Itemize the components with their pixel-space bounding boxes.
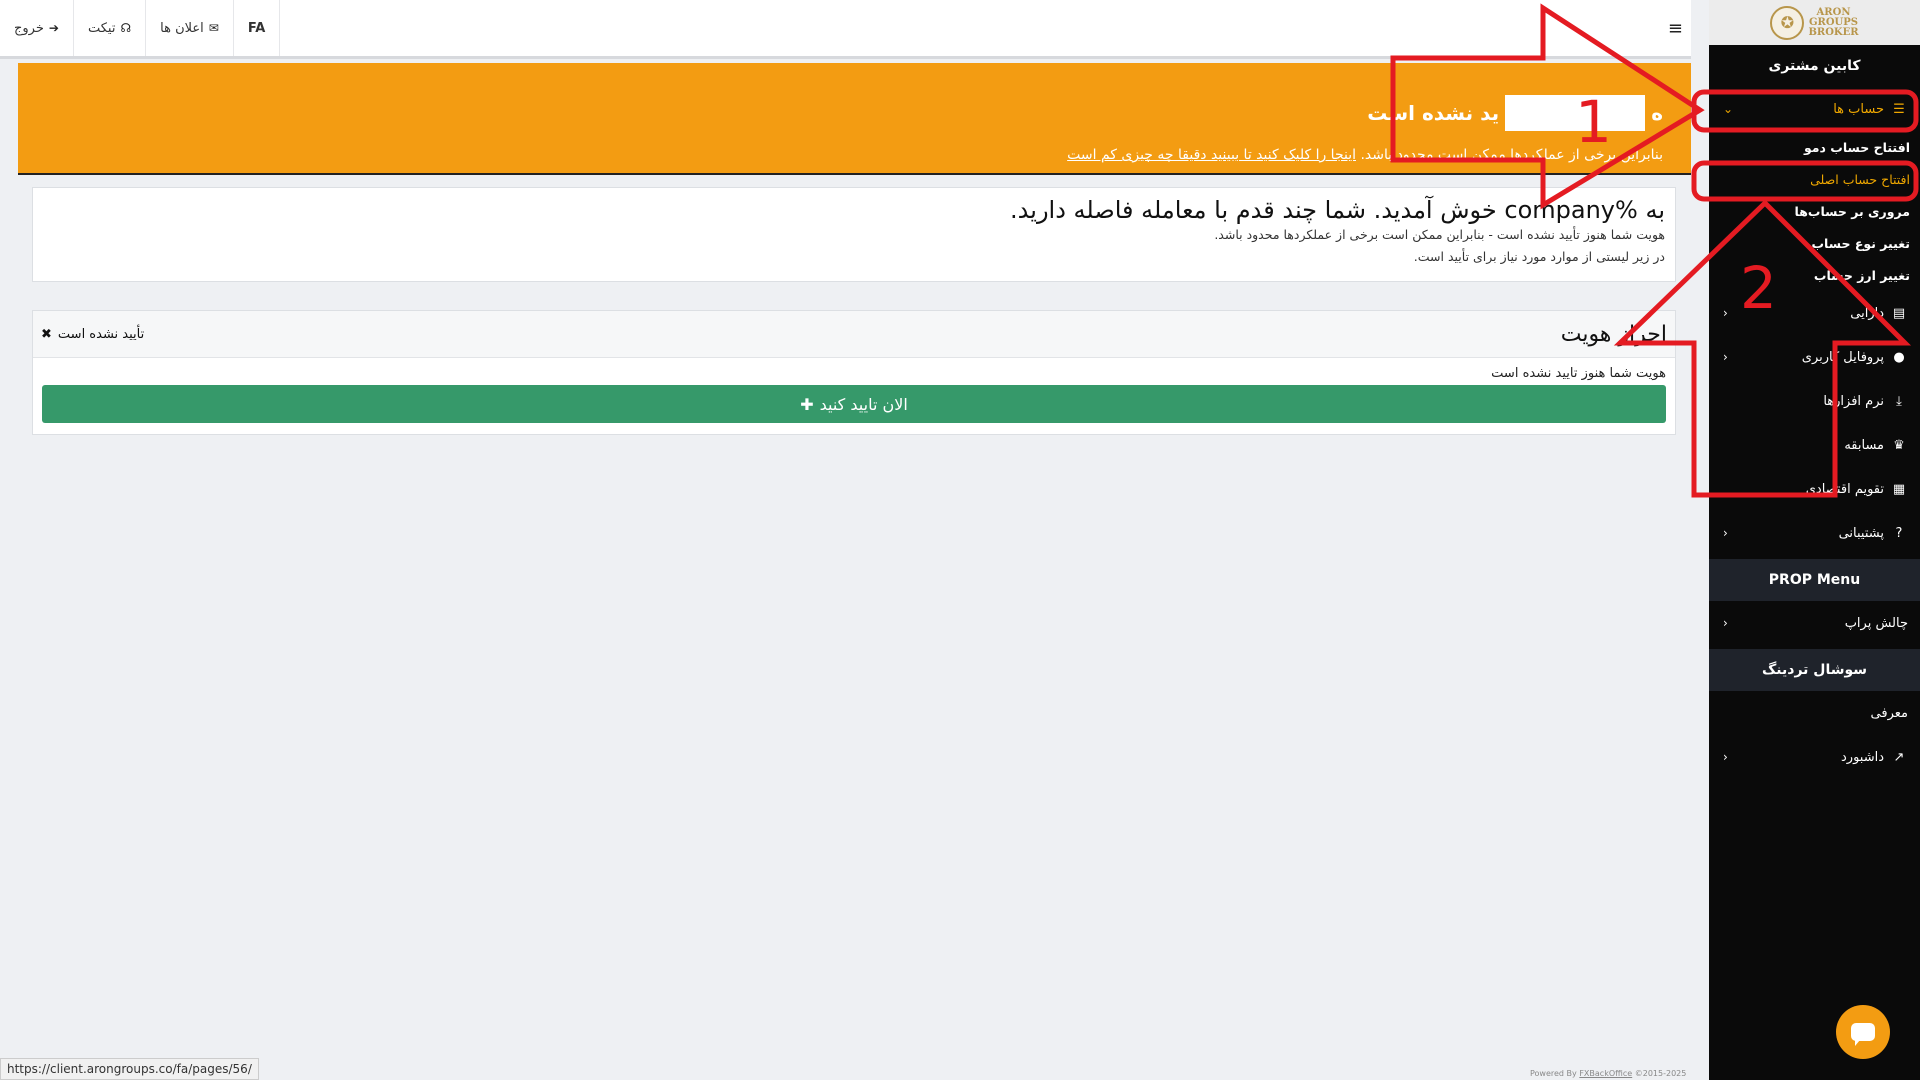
list-icon: ☰ [1893, 101, 1905, 117]
verify-title: احراز هویت [1560, 321, 1667, 347]
sidebar-item-dashboard[interactable]: ↗ داشبورد ‹ [1709, 735, 1920, 779]
sidebar-item-accounts[interactable]: ☰ حساب ها ⌄ [1709, 87, 1920, 131]
sidebar-item-contest[interactable]: ♛ مسابقه [1709, 423, 1920, 467]
sign-out-icon: ➔ [48, 21, 59, 35]
sidebar-header: کابین مشتری [1709, 45, 1920, 87]
notifications-button[interactable]: ✉ اعلان ها [146, 0, 234, 56]
brand-logo[interactable]: ARON GROUPS BROKER ✪ [1709, 0, 1920, 45]
sidebar-item-intro[interactable]: معرفی [1709, 691, 1920, 735]
plus-icon: ✚ [800, 394, 814, 414]
ticket-label: تیکت [87, 20, 116, 36]
powered-by-link[interactable]: FXBackOffice [1579, 1069, 1632, 1078]
sidebar-item-prop-challenge[interactable]: چالش پراپ ‹ [1709, 601, 1920, 645]
chat-bubble-icon [1851, 1023, 1875, 1046]
chevron-left-icon: ‹ [1723, 616, 1728, 630]
chart-line-icon: ↗ [1893, 749, 1905, 765]
welcome-card: به %company خوش آمدید. شما چند قدم با مع… [32, 187, 1676, 282]
notifications-label: اعلان ها [160, 20, 204, 36]
headset-icon: ☊ [120, 21, 132, 35]
banner-title: ه ید نشده است [46, 95, 1663, 131]
menu-toggle-icon[interactable]: ≡ [1668, 18, 1683, 39]
verification-warning-banner: ه ید نشده است بنابراین برخی از عملکردها … [18, 63, 1691, 175]
sidebar-item-label: تقویم اقتصادی [1805, 481, 1884, 497]
sidebar-item-label: حساب ها [1833, 101, 1884, 117]
top-navbar: ➔ خروج ☊ تیکت ✉ اعلان ها FA ≡ [0, 0, 1691, 59]
chevron-left-icon: ‹ [1723, 306, 1728, 320]
redacted-block [1505, 95, 1646, 131]
chat-button[interactable] [1836, 1005, 1890, 1059]
sidebar-item-label: داشبورد [1841, 749, 1884, 765]
close-icon: ✖ [41, 326, 52, 342]
download-icon: ⤓ [1896, 393, 1902, 409]
sidebar-item-profile[interactable]: ● پروفایل کاربری ‹ [1709, 335, 1920, 379]
verify-message: هویت شما هنوز تایید نشده است [1491, 366, 1666, 381]
verify-now-button[interactable]: الان تایید کنید ✚ [42, 385, 1666, 423]
sidebar-item-label: معرفی [1870, 705, 1908, 721]
chevron-left-icon: ‹ [1723, 526, 1728, 540]
sidebar-subitem-open-demo[interactable]: افتتاح حساب دمو [1709, 131, 1920, 163]
logo-text: ARON GROUPS BROKER [1808, 6, 1859, 38]
identity-verification-card: احراز هویت تأیید نشده است ✖ هویت شما هنو… [32, 310, 1676, 435]
sidebar-item-software[interactable]: ⤓ نرم افزارها [1709, 379, 1920, 423]
sidebar-section-social: سوشال تردینگ [1709, 649, 1920, 691]
calendar-icon: ▦ [1892, 481, 1906, 497]
logout-label: خروج [14, 20, 44, 36]
logout-button[interactable]: ➔ خروج [0, 0, 74, 56]
banner-link[interactable]: اینجا را کلیک کنید تا ببینید دقیقا چه چی… [1067, 147, 1356, 163]
sidebar-item-label: چالش پراپ [1844, 615, 1908, 631]
sidebar-item-label: مسابقه [1844, 437, 1884, 453]
sidebar-subitem-change-currency[interactable]: تغییر ارز حساب [1709, 259, 1920, 291]
verify-card-header: احراز هویت تأیید نشده است ✖ [33, 311, 1675, 358]
sidebar: ARON GROUPS BROKER ✪ کابین مشتری ☰ حساب … [1709, 0, 1920, 1080]
sidebar-item-label: نرم افزارها [1823, 393, 1884, 409]
sidebar-item-label: پروفایل کاربری [1801, 349, 1884, 365]
banner-text: بنابراین برخی از عملکردها ممکن است محدود… [1067, 147, 1663, 163]
sidebar-subitem-accounts-overview[interactable]: مروری بر حساب‌ها [1709, 195, 1920, 227]
question-icon: ? [1895, 525, 1903, 541]
powered-by: Powered By FXBackOffice ©2015-2025 [1530, 1069, 1687, 1078]
chevron-down-icon: ⌄ [1723, 102, 1734, 116]
sidebar-item-support[interactable]: ? پشتیبانی ‹ [1709, 511, 1920, 555]
ticket-button[interactable]: ☊ تیکت [74, 0, 147, 56]
sidebar-item-calendar[interactable]: ▦ تقویم اقتصادی [1709, 467, 1920, 511]
welcome-title: به %company خوش آمدید. شما چند قدم با مع… [1010, 196, 1665, 224]
status-bar-url: https://client.arongroups.co/fa/pages/56… [0, 1058, 259, 1080]
trophy-icon: ♛ [1893, 437, 1905, 453]
welcome-line-1: هویت شما هنوز تأیید نشده است - بنابراین … [1214, 227, 1665, 242]
envelope-icon: ✉ [208, 21, 219, 35]
chevron-left-icon: ‹ [1723, 350, 1728, 364]
verify-button-label: الان تایید کنید [819, 394, 908, 414]
welcome-line-2: در زیر لیستی از موارد مورد نیاز برای تأی… [1413, 249, 1665, 264]
wallet-icon: ▤ [1892, 305, 1906, 321]
sidebar-subitem-open-live[interactable]: افتتاح حساب اصلی [1709, 163, 1920, 195]
sidebar-item-assets[interactable]: ▤ دارایی ‹ [1709, 291, 1920, 335]
sidebar-item-label: پشتیبانی [1838, 525, 1884, 541]
language-switch[interactable]: FA [234, 0, 281, 56]
status-badge: تأیید نشده است ✖ [41, 327, 144, 342]
sidebar-section-prop: PROP Menu [1709, 559, 1920, 601]
eagle-logo-icon: ✪ [1770, 5, 1805, 40]
sidebar-item-label: دارایی [1850, 305, 1884, 321]
chevron-left-icon: ‹ [1723, 750, 1728, 764]
sidebar-subitem-change-type[interactable]: تغییر نوع حساب [1709, 227, 1920, 259]
user-icon: ● [1893, 349, 1905, 365]
status-label: تأیید نشده است [57, 326, 145, 342]
